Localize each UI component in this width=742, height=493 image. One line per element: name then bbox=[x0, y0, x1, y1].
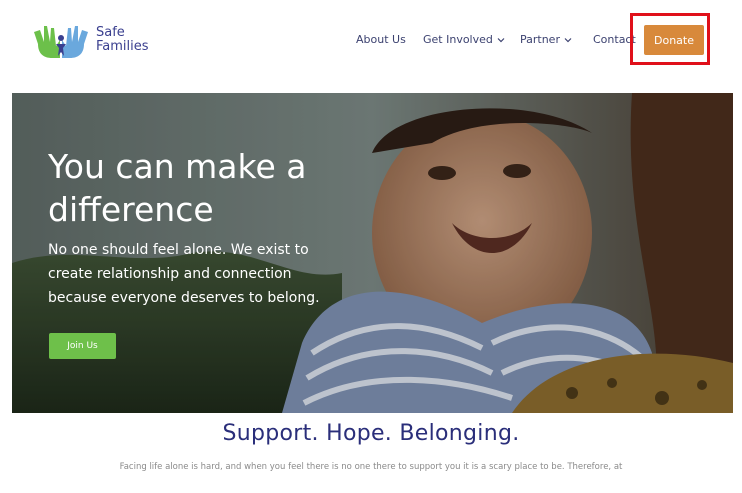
brand-line-2: Families bbox=[96, 39, 149, 54]
nav-about-us-label: About Us bbox=[356, 33, 406, 46]
join-us-button[interactable]: Join Us bbox=[49, 333, 116, 359]
donate-button[interactable]: Donate bbox=[644, 25, 704, 55]
brand-line-1: Safe bbox=[96, 25, 125, 40]
nav-about-us[interactable]: About Us bbox=[356, 33, 406, 46]
hero-subtitle: No one should feel alone. We exist to cr… bbox=[48, 242, 320, 306]
chevron-down-icon bbox=[564, 37, 572, 42]
brand-name: Safe Families bbox=[96, 26, 149, 54]
hero-title: You can make a difference bbox=[48, 147, 307, 229]
nav-partner-label: Partner bbox=[520, 33, 560, 46]
hero-banner: You can make a difference No one should … bbox=[12, 93, 733, 413]
site-header: Safe Families About Us Get Involved Part… bbox=[0, 0, 742, 92]
nav-partner[interactable]: Partner bbox=[520, 33, 572, 46]
section-body: Facing life alone is hard, and when you … bbox=[119, 462, 623, 472]
logo[interactable]: Safe Families bbox=[30, 22, 170, 62]
hands-logo-icon bbox=[34, 26, 88, 58]
nav-get-involved-label: Get Involved bbox=[423, 33, 493, 46]
section-title: Support. Hope. Belonging. bbox=[222, 421, 520, 446]
nav-get-involved[interactable]: Get Involved bbox=[423, 33, 505, 46]
chevron-down-icon bbox=[497, 37, 505, 42]
